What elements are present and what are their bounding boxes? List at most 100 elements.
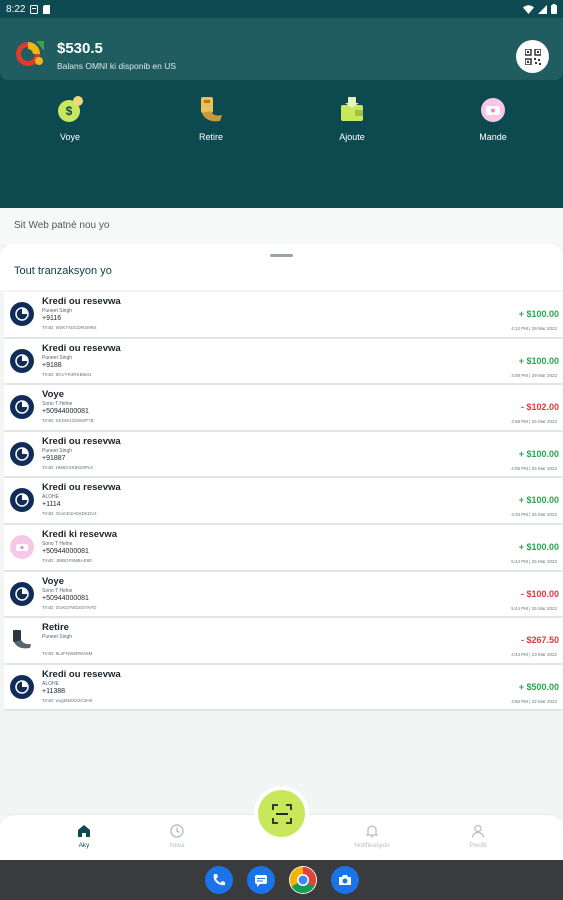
transaction-phone: +9116	[42, 315, 62, 322]
wallet-add-icon	[336, 94, 368, 126]
qr-code-button[interactable]	[516, 40, 549, 73]
transaction-phone: +50944000081	[42, 594, 89, 602]
transaction-phone: +1114	[42, 501, 61, 509]
pie-chart-icon	[15, 400, 29, 414]
transaction-avatar	[10, 581, 34, 606]
transaction-date: 5:44 PM | 25 Mar 2022	[511, 605, 557, 611]
transaction-id: TrnID: 8L0FNW6RWA8M	[42, 651, 93, 657]
nav-label: Pwofil	[469, 842, 487, 849]
phone-app-button[interactable]	[205, 866, 233, 894]
transaction-name: ALOHE	[42, 494, 59, 501]
nav-home[interactable]: Aky	[54, 824, 114, 849]
send-action-button[interactable]: $ Voye	[35, 94, 105, 142]
withdraw-action-button[interactable]: Retire	[176, 94, 246, 142]
nav-profile[interactable]: Pwofil	[448, 824, 508, 849]
transaction-row[interactable]: Kredi ou resevwa Puneet Singh +9188 TrnI…	[4, 338, 562, 386]
camera-app-button[interactable]	[331, 866, 359, 894]
drag-handle[interactable]	[270, 254, 293, 257]
transaction-phone: +50944000081	[42, 547, 89, 555]
transaction-name: Sono T Helne	[42, 587, 73, 594]
transaction-amount: + $100.00	[518, 309, 559, 319]
transaction-row[interactable]: Kredi ou resevwa ALOHE +11388 TrnID: wxg…	[4, 664, 562, 712]
transaction-id: TrnID: GmmD1HG6DKDV4	[42, 511, 97, 517]
phone-icon	[213, 874, 225, 886]
transaction-row[interactable]: Kredi ou resevwa Puneet Singh +9116 TrnI…	[4, 292, 562, 339]
app-notification-icon	[30, 4, 39, 14]
signal-icon	[538, 4, 547, 14]
messages-app-button[interactable]	[247, 866, 275, 894]
transaction-title: Kredi ou resevwa	[42, 342, 121, 354]
transaction-date: 4:12 PM | 29 Mar 2022	[511, 326, 557, 331]
action-label: Voye	[59, 132, 81, 142]
transaction-title: Kredi ou resevwa	[42, 296, 121, 307]
transaction-avatar	[10, 302, 34, 326]
transaction-date: 4:58 PM | 25 Mar 2022	[511, 419, 557, 425]
nav-label: Istwa	[169, 842, 185, 849]
transaction-name: Puneet Singh	[42, 308, 73, 314]
transaction-title: Voye	[42, 575, 65, 587]
transaction-amount: + $100.00	[518, 448, 559, 459]
transactions-sheet: Tout tranzaksyon yo Kredi ou resevwa Pun…	[0, 244, 563, 814]
transaction-row[interactable]: Voye Sono T Helne +50944000081 TrnID: GU…	[4, 571, 562, 619]
home-icon	[78, 825, 90, 837]
transaction-id: TrnID: 8GVYR4RKB6M1	[42, 371, 92, 377]
scan-button[interactable]	[258, 790, 305, 837]
transaction-id: TrnID: SKDW1GD8WP7B	[42, 418, 94, 424]
transactions-title: Tout tranzaksyon yo	[14, 265, 112, 277]
action-label: Ajoute	[339, 132, 365, 142]
quick-actions: $ Voye Retire Ajoute Mande	[0, 94, 563, 164]
transaction-avatar	[10, 441, 34, 466]
withdraw-icon	[13, 630, 31, 649]
nav-label: Notifikasyon	[354, 842, 390, 849]
system-dock	[0, 860, 563, 900]
pie-chart-icon	[15, 680, 29, 694]
wifi-icon	[523, 4, 534, 14]
profile-icon	[471, 824, 485, 838]
add-funds-action-button[interactable]: Ajoute	[317, 94, 387, 142]
transaction-phone: +91887	[42, 454, 66, 462]
transaction-id: TrnID: JWBGF8MBAE8E	[42, 557, 93, 563]
transaction-row[interactable]: Kredi ki resevwa Sono T Helne +509440000…	[4, 524, 562, 572]
transaction-amount: - $100.00	[520, 588, 559, 599]
transaction-id: TrnID: wxgbN8XS2G3HK	[42, 697, 93, 703]
chrome-app-button[interactable]	[289, 866, 317, 894]
pie-chart-icon	[15, 447, 29, 461]
omni-logo-icon	[16, 41, 44, 66]
transaction-avatar	[10, 628, 34, 652]
send-money-icon: $	[54, 94, 86, 126]
messages-icon	[255, 875, 267, 887]
nav-label: Aky	[78, 842, 90, 849]
transaction-name: Sono T Helne	[42, 401, 73, 408]
transaction-phone: +50944000081	[42, 408, 89, 416]
scan-icon	[271, 803, 292, 824]
action-label: Mande	[479, 132, 507, 142]
bell-icon	[365, 825, 379, 838]
transaction-row[interactable]: Retire Puneet Singh TrnID: 8L0FNW6RWA8M …	[4, 618, 562, 665]
request-action-button[interactable]: Mande	[458, 94, 528, 142]
sheet-header: Tout tranzaksyon yo	[0, 244, 563, 290]
nav-notifications[interactable]: Notifikasyon	[342, 824, 402, 849]
transaction-row[interactable]: Kredi ou resevwa ALOHE +1114 TrnID: GmmD…	[4, 478, 562, 525]
transaction-date: 4:08 PM | 25 Mar 2022	[511, 465, 557, 471]
chrome-icon	[289, 866, 317, 894]
withdraw-icon	[195, 94, 227, 126]
status-bar: 8:22	[0, 0, 563, 18]
partner-sites-section[interactable]: Sit Web patnè nou yo	[0, 208, 563, 244]
request-money-icon	[16, 543, 28, 551]
svg-text:$: $	[66, 104, 73, 118]
transaction-list: Kredi ou resevwa Puneet Singh +9116 TrnI…	[4, 292, 562, 712]
balance-caption: Balans OMNI ki disponib en US	[57, 61, 177, 71]
transaction-row[interactable]: Kredi ou resevwa Puneet Singh +91887 Trn…	[4, 431, 562, 479]
transaction-avatar	[10, 488, 34, 513]
camera-icon	[339, 875, 351, 885]
transaction-amount: - $102.00	[520, 402, 559, 413]
history-icon	[170, 824, 184, 838]
transaction-row[interactable]: Voye Sono T Helne +50944000081 TrnID: SK…	[4, 385, 562, 432]
sim-card-icon	[43, 4, 51, 14]
action-label: Retire	[198, 132, 223, 142]
transaction-id: TrnID: GUKD7WDSSTKFD	[42, 604, 97, 610]
nav-history[interactable]: Istwa	[147, 824, 207, 849]
transaction-date: 5:44 PM | 25 Mar 2022	[511, 558, 557, 564]
transaction-name: ALOHE	[42, 680, 59, 687]
battery-icon	[551, 4, 557, 14]
